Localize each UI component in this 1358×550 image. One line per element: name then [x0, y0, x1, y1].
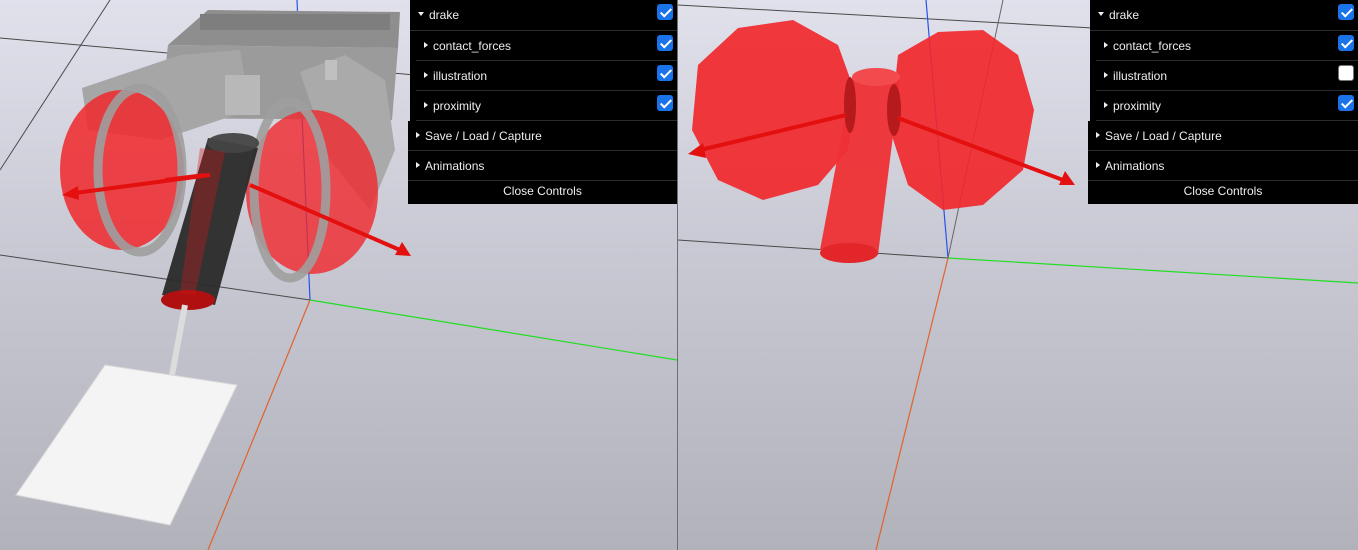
drake-checkbox[interactable] — [1338, 4, 1354, 20]
item-proximity-label: proximity — [433, 99, 481, 113]
collapsed-arrow-icon — [1104, 72, 1108, 78]
folder-drake[interactable]: drake — [1090, 0, 1358, 31]
x-axis-line — [208, 300, 310, 550]
collapsed-arrow-icon — [424, 42, 428, 48]
folder-save-load-capture-label: Save / Load / Capture — [1105, 129, 1222, 143]
collapsed-arrow-icon — [416, 132, 420, 138]
item-illustration-label: illustration — [1113, 69, 1167, 83]
right-finger-proximity — [890, 30, 1034, 210]
ground-plate — [16, 365, 237, 525]
folder-drake-label: drake — [429, 8, 459, 22]
proximity-checkbox[interactable] — [1338, 95, 1354, 111]
folder-animations[interactable]: Animations — [1088, 151, 1358, 181]
right-viewer[interactable]: drake contact_forces illustration proxim… — [678, 0, 1358, 550]
folder-save-load-capture[interactable]: Save / Load / Capture — [1088, 121, 1358, 151]
item-contact-forces-label: contact_forces — [433, 39, 511, 53]
item-proximity[interactable]: proximity — [416, 91, 677, 121]
item-contact-forces[interactable]: contact_forces — [1096, 31, 1358, 61]
drake-checkbox[interactable] — [657, 4, 673, 20]
folder-drake-label: drake — [1109, 8, 1139, 22]
close-controls-button[interactable]: Close Controls — [408, 181, 677, 204]
collapsed-arrow-icon — [1104, 102, 1108, 108]
contact-forces-checkbox[interactable] — [1338, 35, 1354, 51]
collapsed-arrow-icon — [416, 162, 420, 168]
item-illustration-label: illustration — [433, 69, 487, 83]
illustration-checkbox[interactable] — [1338, 65, 1354, 81]
right-control-panel: drake contact_forces illustration proxim… — [1090, 0, 1358, 204]
left-viewer[interactable]: drake contact_forces illustration proxim… — [0, 0, 677, 550]
folder-drake[interactable]: drake — [410, 0, 677, 31]
collapsed-arrow-icon — [424, 102, 428, 108]
item-proximity-label: proximity — [1113, 99, 1161, 113]
support-post — [172, 305, 185, 375]
folder-animations-label: Animations — [425, 159, 484, 173]
y-axis-line — [310, 300, 677, 360]
close-controls-button[interactable]: Close Controls — [1088, 181, 1358, 204]
item-contact-forces-label: contact_forces — [1113, 39, 1191, 53]
proximity-checkbox[interactable] — [657, 95, 673, 111]
illustration-checkbox[interactable] — [657, 65, 673, 81]
left-finger-proximity — [60, 88, 184, 252]
folder-save-load-capture[interactable]: Save / Load / Capture — [408, 121, 677, 151]
item-illustration[interactable]: illustration — [416, 61, 677, 91]
left-finger-proximity — [692, 20, 856, 200]
folder-save-load-capture-label: Save / Load / Capture — [425, 129, 542, 143]
y-axis-line — [948, 258, 1358, 283]
item-illustration[interactable]: illustration — [1096, 61, 1358, 91]
left-control-panel: drake contact_forces illustration proxim… — [410, 0, 677, 204]
collapsed-arrow-icon — [1096, 132, 1100, 138]
folder-animations-label: Animations — [1105, 159, 1164, 173]
x-axis-line — [876, 258, 948, 550]
expand-arrow-icon — [1098, 12, 1104, 16]
item-contact-forces[interactable]: contact_forces — [416, 31, 677, 61]
folder-animations[interactable]: Animations — [408, 151, 677, 181]
collapsed-arrow-icon — [1104, 42, 1108, 48]
expand-arrow-icon — [418, 12, 424, 16]
collapsed-arrow-icon — [424, 72, 428, 78]
item-proximity[interactable]: proximity — [1096, 91, 1358, 121]
contact-forces-checkbox[interactable] — [657, 35, 673, 51]
collapsed-arrow-icon — [1096, 162, 1100, 168]
